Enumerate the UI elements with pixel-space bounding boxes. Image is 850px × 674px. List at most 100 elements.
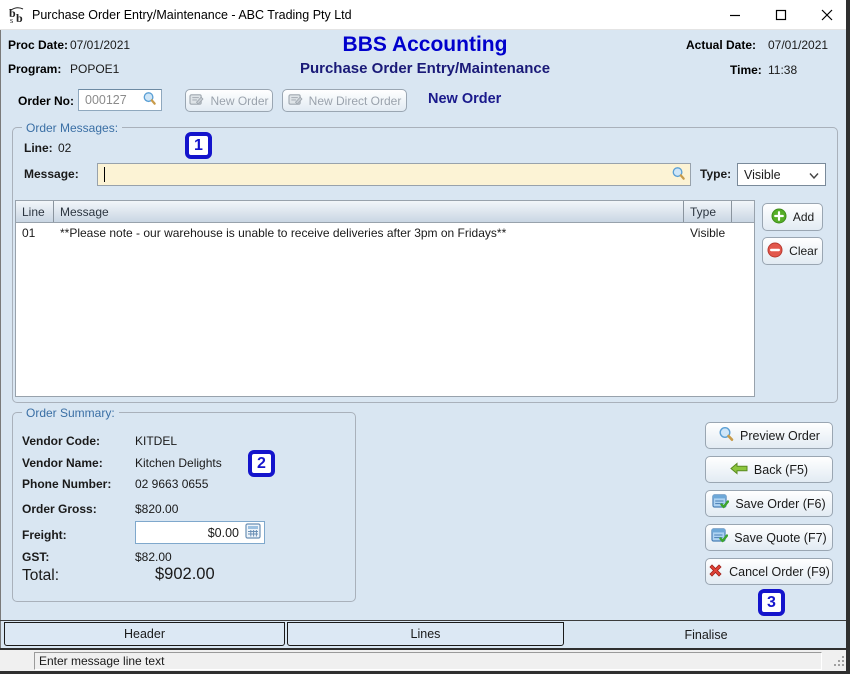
column-header-type[interactable]: Type bbox=[684, 201, 732, 222]
order-no-value: 000127 bbox=[85, 93, 142, 107]
preview-order-button[interactable]: Preview Order bbox=[705, 422, 833, 449]
save-order-label: Save Order (F6) bbox=[735, 497, 825, 511]
phone-number-label: Phone Number: bbox=[22, 477, 111, 491]
column-header-line[interactable]: Line bbox=[16, 201, 54, 222]
freight-input[interactable]: $0.00 bbox=[135, 521, 265, 544]
resize-grip[interactable] bbox=[832, 654, 846, 671]
window-title: Purchase Order Entry/Maintenance - ABC T… bbox=[32, 8, 352, 22]
type-select[interactable]: Visible bbox=[737, 163, 826, 186]
window-right-edge bbox=[846, 0, 850, 674]
vendor-name-value: Kitchen Delights bbox=[135, 456, 222, 470]
gst-label: GST: bbox=[22, 550, 49, 564]
back-arrow-icon bbox=[730, 462, 748, 478]
order-gross-label: Order Gross: bbox=[22, 502, 97, 516]
minimize-icon bbox=[729, 9, 741, 21]
order-summary-group-title: Order Summary: bbox=[22, 406, 119, 420]
message-input[interactable] bbox=[97, 163, 691, 186]
annotation-marker-1: 1 bbox=[185, 132, 212, 159]
new-direct-order-label: New Direct Order bbox=[309, 94, 402, 108]
order-status-text: New Order bbox=[428, 91, 501, 107]
back-button[interactable]: Back (F5) bbox=[705, 456, 833, 483]
back-label: Back (F5) bbox=[754, 463, 808, 477]
save-quote-button[interactable]: Save Quote (F7) bbox=[705, 524, 833, 551]
clear-label: Clear bbox=[789, 244, 818, 258]
order-messages-group-title: Order Messages: bbox=[22, 121, 122, 135]
total-label: Total: bbox=[22, 567, 59, 585]
close-icon bbox=[821, 9, 833, 21]
status-message-panel: Enter message line text bbox=[34, 652, 822, 670]
tab-header-label: Header bbox=[124, 627, 165, 641]
add-label: Add bbox=[793, 210, 814, 224]
app-window: b b s Purchase Order Entry/Maintenance -… bbox=[0, 0, 850, 674]
maximize-icon bbox=[775, 9, 787, 21]
vendor-code-value: KITDEL bbox=[135, 434, 177, 448]
cancel-x-icon bbox=[708, 563, 723, 581]
add-button[interactable]: Add bbox=[762, 203, 823, 231]
calculator-icon[interactable] bbox=[245, 523, 261, 542]
save-quote-icon bbox=[711, 528, 728, 547]
messages-table-header: Line Message Type bbox=[16, 201, 754, 223]
save-icon bbox=[712, 494, 729, 513]
save-quote-label: Save Quote (F7) bbox=[734, 531, 826, 545]
order-no-input[interactable]: 000127 bbox=[78, 89, 162, 111]
new-order-icon bbox=[189, 93, 204, 109]
order-no-label: Order No: bbox=[18, 94, 74, 108]
table-row[interactable]: 01 **Please note - our warehouse is unab… bbox=[16, 226, 754, 244]
gst-value: $82.00 bbox=[135, 550, 172, 564]
phone-number-value: 02 9663 0655 bbox=[135, 477, 208, 491]
row-type-value: Visible bbox=[684, 226, 732, 244]
preview-icon bbox=[718, 426, 734, 445]
new-direct-order-button[interactable]: New Direct Order bbox=[282, 89, 407, 112]
freight-label: Freight: bbox=[22, 528, 67, 542]
type-label: Type: bbox=[700, 167, 731, 181]
line-label: Line: bbox=[24, 141, 53, 155]
freight-value: $0.00 bbox=[142, 526, 245, 540]
app-subtitle: Purchase Order Entry/Maintenance bbox=[0, 60, 850, 77]
tab-lines-label: Lines bbox=[411, 627, 441, 641]
maximize-button[interactable] bbox=[759, 0, 803, 29]
svg-text:b: b bbox=[16, 11, 23, 24]
clear-icon bbox=[767, 242, 783, 261]
tab-header[interactable]: Header bbox=[4, 622, 285, 646]
search-icon[interactable] bbox=[142, 91, 157, 109]
line-value: 02 bbox=[58, 141, 71, 155]
new-order-label: New Order bbox=[210, 94, 268, 108]
row-line-value: 01 bbox=[16, 226, 54, 244]
title-bar: b b s Purchase Order Entry/Maintenance -… bbox=[0, 0, 850, 30]
svg-text:s: s bbox=[10, 16, 13, 24]
actual-date-label: Actual Date: bbox=[686, 38, 756, 52]
tab-finalise[interactable]: Finalise bbox=[566, 621, 846, 648]
new-direct-order-icon bbox=[288, 93, 303, 109]
actual-date-value: 07/01/2021 bbox=[768, 38, 828, 52]
close-button[interactable] bbox=[805, 0, 849, 29]
type-value: Visible bbox=[744, 168, 809, 182]
clear-button[interactable]: Clear bbox=[762, 237, 823, 265]
text-cursor bbox=[104, 167, 105, 182]
preview-order-label: Preview Order bbox=[740, 429, 820, 443]
message-label: Message: bbox=[24, 167, 79, 181]
annotation-marker-2: 2 bbox=[248, 450, 275, 477]
time-label: Time: bbox=[730, 63, 762, 77]
annotation-marker-3: 3 bbox=[758, 589, 785, 616]
column-header-spacer bbox=[732, 201, 752, 222]
messages-table: Line Message Type 01 **Please note - our… bbox=[15, 200, 755, 397]
new-order-button[interactable]: New Order bbox=[185, 89, 273, 112]
column-header-message[interactable]: Message bbox=[54, 201, 684, 222]
vendor-name-label: Vendor Name: bbox=[22, 456, 103, 470]
order-gross-value: $820.00 bbox=[135, 502, 178, 516]
message-search-icon[interactable] bbox=[671, 166, 686, 184]
save-order-button[interactable]: Save Order (F6) bbox=[705, 490, 833, 517]
tab-lines[interactable]: Lines bbox=[287, 622, 564, 646]
status-text: Enter message line text bbox=[39, 654, 164, 668]
cancel-order-label: Cancel Order (F9) bbox=[729, 565, 830, 579]
cancel-order-button[interactable]: Cancel Order (F9) bbox=[705, 558, 833, 585]
row-message-value: **Please note - our warehouse is unable … bbox=[54, 226, 684, 244]
vendor-code-label: Vendor Code: bbox=[22, 434, 100, 448]
total-value: $902.00 bbox=[155, 565, 215, 584]
app-logo-icon: b b s bbox=[8, 6, 26, 24]
minimize-button[interactable] bbox=[713, 0, 757, 29]
tab-finalise-label: Finalise bbox=[684, 628, 727, 642]
time-value: 11:38 bbox=[768, 63, 797, 77]
chevron-down-icon bbox=[809, 168, 819, 182]
add-icon bbox=[771, 208, 787, 227]
